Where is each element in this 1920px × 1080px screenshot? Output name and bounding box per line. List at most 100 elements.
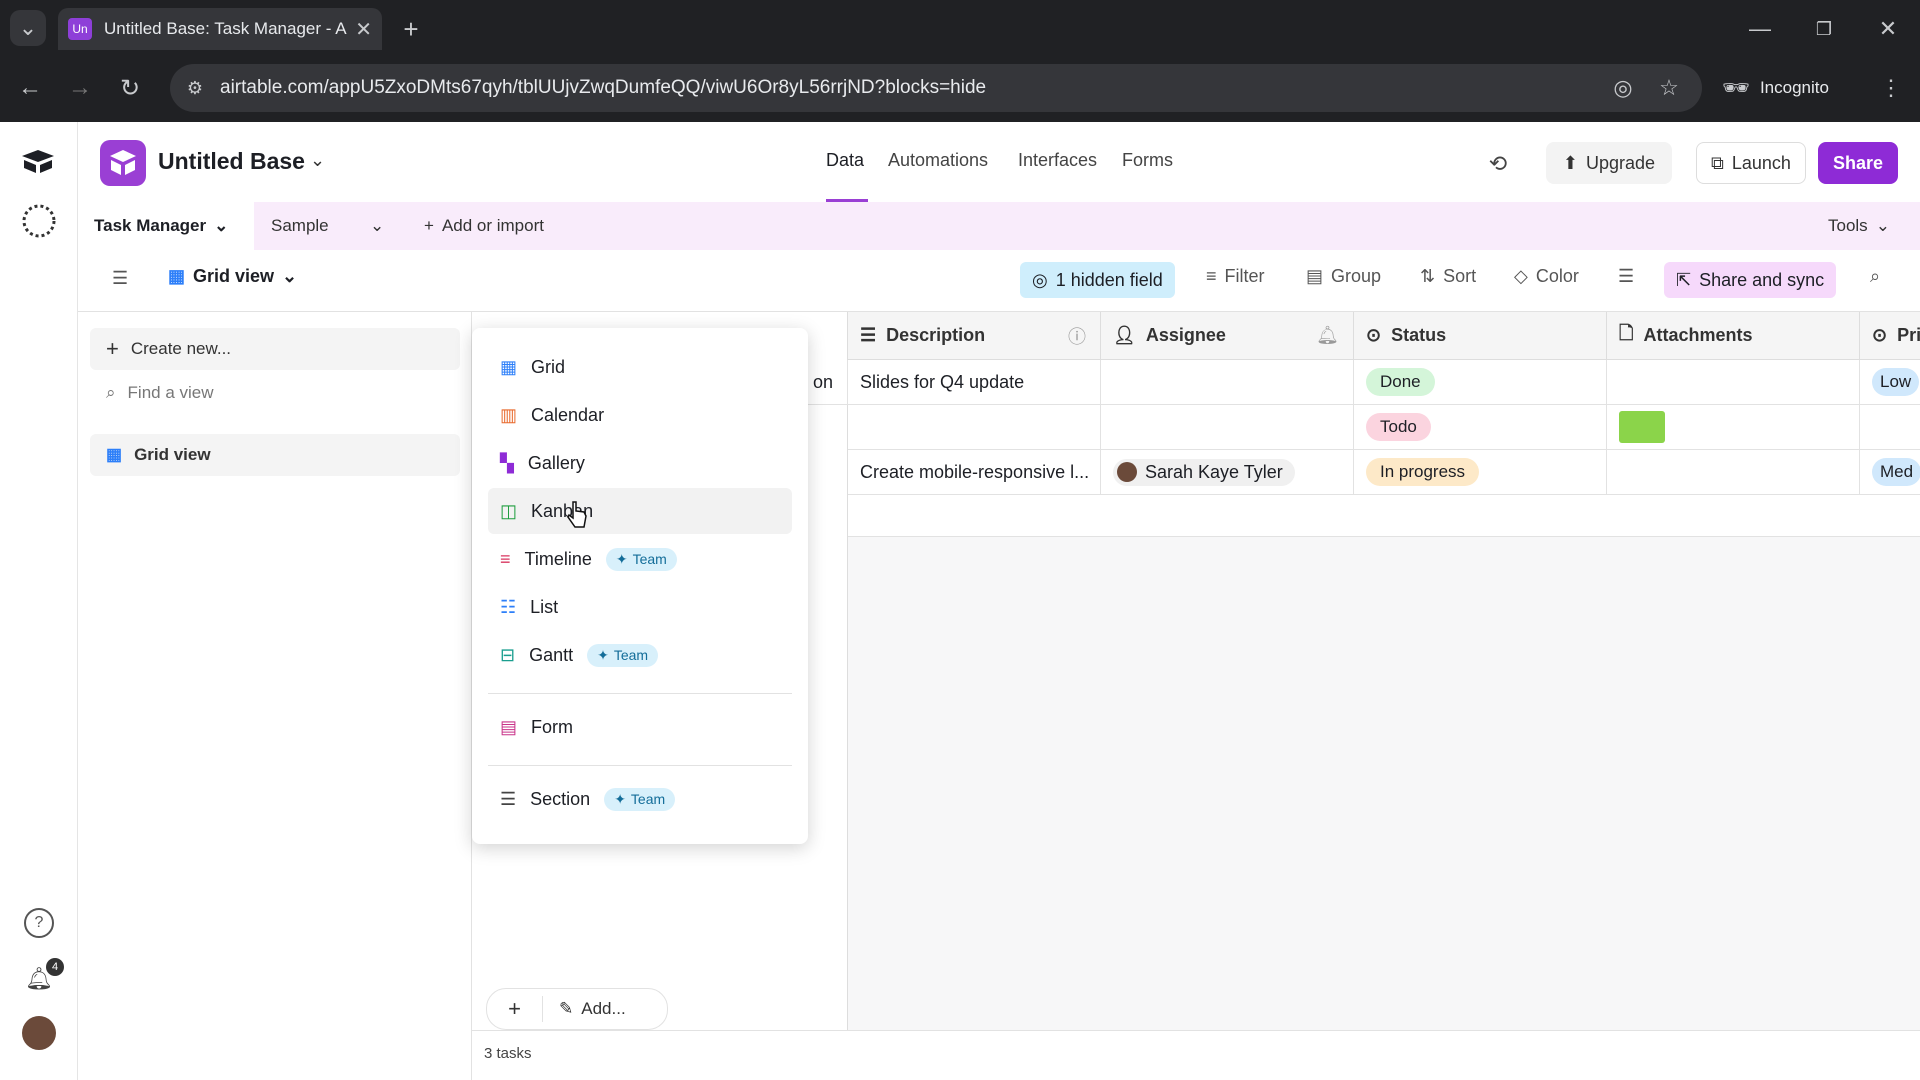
table-cell-status[interactable]: Done <box>1354 360 1607 405</box>
add-row[interactable] <box>848 495 1920 537</box>
table-cell-priority[interactable]: Med <box>1860 450 1920 495</box>
share-and-sync-button[interactable]: ⇱ Share and sync <box>1664 262 1837 298</box>
table-tab-task-manager[interactable]: Task Manager ⌄ <box>94 216 228 236</box>
column-header-priority[interactable]: ⊙ Pri <box>1860 312 1920 360</box>
table-cell-description[interactable]: Create mobile-responsive l... <box>848 450 1101 495</box>
more-tables-chevron-icon[interactable]: ⌄ <box>370 216 384 236</box>
hidden-fields-button[interactable]: ◎ 1 hidden field <box>1020 262 1175 298</box>
table-cell-attachments[interactable] <box>1607 450 1860 495</box>
menu-item-gantt[interactable]: ⊟ Gantt ✦ Team <box>488 632 792 678</box>
close-window-icon[interactable]: ✕ <box>1870 14 1906 44</box>
sort-button[interactable]: ⇅ Sort <box>1420 266 1476 287</box>
color-button[interactable]: ◇ Color <box>1514 266 1579 287</box>
add-record-plus-icon[interactable]: + <box>487 996 543 1022</box>
tab-interfaces[interactable]: Interfaces <box>1018 150 1097 171</box>
column-header-assignee[interactable]: 👤︎ Assignee 🔔︎ <box>1101 312 1354 360</box>
close-tab-icon[interactable]: ✕ <box>355 17 372 42</box>
site-info-icon[interactable]: ⚙ <box>182 76 208 100</box>
restore-icon[interactable]: ❐ <box>1806 14 1842 44</box>
add-with-ai-button[interactable]: ✎ Add... <box>543 999 626 1019</box>
menu-item-kanban[interactable]: ◫ Kanban <box>488 488 792 534</box>
hidden-fields-label: 1 hidden field <box>1055 269 1163 290</box>
tab-forms[interactable]: Forms <box>1122 150 1173 171</box>
search-icon[interactable]: ⌕ <box>1870 266 1880 287</box>
add-or-import-button[interactable]: + Add or import <box>424 216 544 236</box>
base-logo-icon[interactable] <box>100 140 146 186</box>
table-cell-assignee[interactable] <box>1101 360 1354 405</box>
table-cell-status[interactable]: In progress <box>1354 450 1607 495</box>
column-header-status[interactable]: ⊙ Status <box>1354 312 1607 360</box>
view-switcher[interactable]: ▦ Grid view ⌄ <box>168 266 297 287</box>
eye-off-icon[interactable]: ◎ <box>1610 75 1636 100</box>
back-icon[interactable]: ← <box>14 72 46 104</box>
find-view-input[interactable]: ⌕ Find a view <box>90 372 460 414</box>
favicon: Un <box>68 18 92 40</box>
browser-menu-icon[interactable]: ⋮ <box>1876 72 1906 104</box>
sort-icon: ⇅ <box>1420 266 1436 286</box>
attachment-thumbnail[interactable] <box>1619 411 1665 443</box>
table-cell-assignee[interactable] <box>1101 405 1354 450</box>
tab-data[interactable]: Data <box>826 150 864 171</box>
add-or-import-label: Add or import <box>441 216 544 235</box>
airtable-home-icon[interactable] <box>20 148 56 174</box>
hamburger-icon[interactable]: ☰ <box>112 268 128 289</box>
filter-button[interactable]: ≡ Filter <box>1206 266 1265 287</box>
upgrade-label: Upgrade <box>1586 152 1656 173</box>
launch-button[interactable]: ⧉ Launch <box>1696 142 1806 184</box>
star-icon[interactable]: ☆ <box>1656 75 1682 100</box>
gantt-icon: ⊟ <box>500 644 516 665</box>
column-header-attachments[interactable]: 🗋 Attachments <box>1607 312 1860 360</box>
menu-item-section[interactable]: ☰ Section ✦ Team <box>488 776 792 822</box>
team-badge-label: Team <box>613 647 649 663</box>
table-cell-attachments[interactable] <box>1607 360 1860 405</box>
create-new-view-button[interactable]: + Create new... <box>90 328 460 370</box>
menu-item-form[interactable]: ▤ Form <box>488 704 792 750</box>
menu-item-grid[interactable]: ▦ Grid <box>488 344 792 390</box>
grid-icon: ▦ <box>168 266 186 286</box>
browser-tab[interactable]: Un Untitled Base: Task Manager - A ✕ <box>58 8 382 50</box>
bell-icon[interactable]: 🔔︎ <box>1316 325 1339 346</box>
table-cell-description[interactable]: Slides for Q4 update <box>848 360 1101 405</box>
address-bar[interactable]: ⚙ airtable.com/appU5ZxoDMts67qyh/tblUUjv… <box>170 64 1702 112</box>
table-cell-status[interactable]: Todo <box>1354 405 1607 450</box>
info-icon[interactable]: ⓘ <box>1068 323 1086 349</box>
reload-icon[interactable]: ↻ <box>114 72 146 104</box>
plus-icon: + <box>424 216 434 235</box>
forward-icon[interactable]: → <box>64 72 96 104</box>
help-icon[interactable]: ? <box>24 908 54 938</box>
tools-button[interactable]: Tools ⌄ <box>1828 216 1890 236</box>
omni-icon[interactable] <box>20 202 58 240</box>
menu-item-label: Gallery <box>527 452 585 473</box>
share-button[interactable]: Share <box>1818 142 1898 184</box>
sidebar-item-grid-view[interactable]: ▦ Grid view <box>90 434 460 476</box>
table-cell-attachments[interactable] <box>1607 405 1860 450</box>
menu-item-list[interactable]: ☷ List <box>488 584 792 630</box>
row-height-icon[interactable]: ☰ <box>1618 266 1634 287</box>
base-name[interactable]: Untitled Base <box>158 148 305 175</box>
single-select-icon: ⊙ <box>1872 325 1888 345</box>
history-icon[interactable]: ⟲ <box>1484 150 1512 178</box>
menu-item-gallery[interactable]: ▚ Gallery <box>488 440 792 486</box>
chevron-down-icon: ⌄ <box>282 266 298 286</box>
incognito-indicator[interactable]: 🕶 Incognito <box>1722 66 1858 110</box>
chevron-down-icon[interactable]: ⌄ <box>310 150 325 171</box>
table-cell-priority[interactable]: Low <box>1860 360 1920 405</box>
minimize-icon[interactable]: — <box>1742 14 1778 44</box>
table-cell-description[interactable] <box>848 405 1101 450</box>
menu-item-timeline[interactable]: ≡ Timeline ✦ Team <box>488 536 792 582</box>
paint-bucket-icon: ◇ <box>1514 266 1528 286</box>
table-cell-priority[interactable] <box>1860 405 1920 450</box>
new-tab-icon[interactable]: + <box>396 14 426 44</box>
avatar[interactable] <box>22 1016 56 1050</box>
upgrade-button[interactable]: ⬆ Upgrade <box>1546 142 1672 184</box>
tab-list-icon[interactable]: ⌄ <box>10 10 46 46</box>
column-header-description[interactable]: ☰ Description ⓘ <box>848 312 1101 360</box>
magic-wand-icon: ✎ <box>559 999 574 1018</box>
sidebar-item-label: Grid view <box>134 445 211 464</box>
tab-automations[interactable]: Automations <box>888 150 988 171</box>
menu-item-label: Timeline <box>524 548 592 569</box>
menu-item-calendar[interactable]: ▥ Calendar <box>488 392 792 438</box>
table-tab-sample[interactable]: Sample <box>271 216 329 236</box>
group-button[interactable]: ▤ Group <box>1306 266 1381 287</box>
table-cell-assignee[interactable]: Sarah Kaye Tyler <box>1101 450 1354 495</box>
